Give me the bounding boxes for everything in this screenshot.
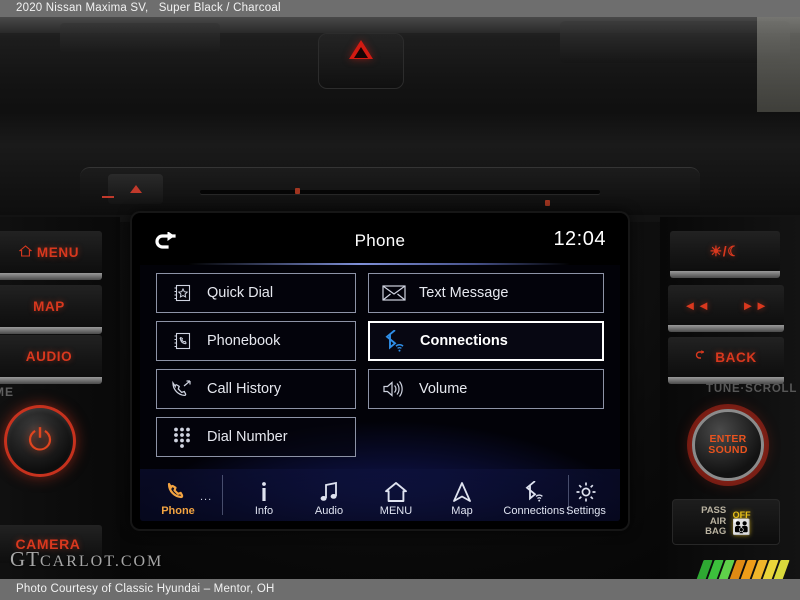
photo-credit-text: Photo Courtesy of Classic Hyundai – Ment… <box>16 583 275 595</box>
screen-navbar: Phone ... Info Audio MENU Map Connection… <box>140 469 620 521</box>
passenger-airbag-indicator: PASS AIR BAG OFF 👪 <box>672 499 780 545</box>
tile-volume[interactable]: Volume <box>368 369 604 409</box>
button-sheen <box>0 377 102 384</box>
info-i-icon <box>230 479 298 503</box>
nav-divider <box>222 475 223 515</box>
hard-button-track-skip[interactable]: ◄◄ ►► <box>668 285 784 332</box>
nav-item-label: Phone <box>161 505 195 517</box>
button-sheen <box>0 273 102 280</box>
tile-label: Call History <box>207 381 282 397</box>
nav-item-label: Audio <box>314 505 344 517</box>
power-icon: ⏻ <box>28 424 52 457</box>
tile-label: Phonebook <box>207 333 281 349</box>
slot-indicator-right <box>545 200 550 206</box>
hard-button-back-label: BACK <box>715 349 757 365</box>
screen-header: Phone 12:04 <box>140 221 620 265</box>
nav-item-label: Info <box>254 505 274 517</box>
hazard-triangle-icon <box>349 40 373 59</box>
tune-scroll-label: TUNE·SCROLL <box>706 383 798 395</box>
vehicle-info-banner: 2020 Nissan Maxima SV, Super Black / Cha… <box>0 0 800 17</box>
enter-knob-line2: SOUND <box>708 444 748 456</box>
tile-call-history[interactable]: Call History <box>156 369 356 409</box>
tile-connections[interactable]: Connections <box>368 321 604 361</box>
vehicle-interior-photo: MENU MAP AUDIO ME ⏻ CAMERA ☀/☾ ◄◄ ►► BAC… <box>0 17 800 579</box>
occupant-airbag-off-icon: 👪 <box>732 518 751 536</box>
tile-label: Dial Number <box>207 429 288 445</box>
infotainment-screen[interactable]: Phone 12:04 Quick Dial Text Message Phon… <box>140 221 620 521</box>
power-volume-knob[interactable]: ⏻ <box>4 405 76 477</box>
bluetooth-wifi-icon <box>382 329 408 353</box>
back-arrow-icon <box>695 349 709 365</box>
cd-eject-button[interactable] <box>102 174 163 204</box>
envelope-icon <box>381 281 407 305</box>
nav-item-audio[interactable]: Audio <box>295 479 363 517</box>
tile-label: Volume <box>419 381 468 397</box>
nav-item-menu[interactable]: MENU <box>362 479 430 517</box>
airbag-status-text: OFF <box>732 509 751 520</box>
enter-sound-knob[interactable]: ENTER SOUND <box>692 409 764 481</box>
photo-credit-banner: Photo Courtesy of Classic Hyundai – Ment… <box>0 579 800 600</box>
previous-track-icon[interactable]: ◄◄ <box>684 298 711 313</box>
tile-text-message[interactable]: Text Message <box>368 273 604 313</box>
tile-label: Connections <box>420 333 508 349</box>
airbag-label-line3: BAG <box>705 526 727 538</box>
button-sheen <box>0 327 102 334</box>
nav-overflow-dots[interactable]: ... <box>200 491 212 503</box>
hard-button-menu-label: MENU <box>36 244 80 260</box>
hazard-warning-button[interactable] <box>318 33 404 89</box>
button-sheen <box>670 271 780 278</box>
hard-button-day-night[interactable]: ☀/☾ <box>670 231 780 278</box>
dash-vent-right <box>560 21 790 63</box>
nav-item-settings[interactable]: Settings <box>552 479 620 517</box>
airbag-status: OFF 👪 <box>732 510 751 535</box>
screen-title: Phone <box>354 231 406 250</box>
watermark-gt: GT <box>10 547 40 571</box>
volume-knob-label: ME <box>0 385 14 399</box>
infotainment-bezel: Phone 12:04 Quick Dial Text Message Phon… <box>132 213 628 529</box>
hard-button-menu[interactable]: MENU <box>0 231 102 280</box>
phonebook-icon <box>169 329 195 353</box>
hard-button-audio[interactable]: AUDIO <box>0 335 102 384</box>
tile-label: Quick Dial <box>207 285 274 301</box>
eject-icon <box>102 185 142 198</box>
quick-dial-star-book-icon <box>169 281 195 305</box>
button-sheen <box>668 325 784 332</box>
nav-item-label: Settings <box>566 505 606 517</box>
vehicle-title: 2020 Nissan Maxima SV, <box>16 2 149 14</box>
vehicle-colors: Super Black / Charcoal <box>158 2 281 14</box>
home-icon <box>362 479 430 503</box>
day-night-icon: ☀/☾ <box>709 242 741 259</box>
next-track-icon[interactable]: ►► <box>742 298 769 313</box>
gear-icon <box>552 479 620 503</box>
tile-dial-number[interactable]: Dial Number <box>156 417 356 457</box>
nav-item-info[interactable]: Info <box>230 479 298 517</box>
home-icon <box>18 244 33 260</box>
screen-clock: 12:04 <box>553 228 606 250</box>
hard-button-map[interactable]: MAP <box>0 285 102 334</box>
keypad-dots-icon <box>169 425 195 449</box>
dash-vent-left <box>60 23 220 53</box>
color-bar-marks <box>696 560 795 579</box>
tile-label: Text Message <box>419 285 509 301</box>
tile-quick-dial[interactable]: Quick Dial <box>156 273 356 313</box>
watermark-carlot: CARLOT.COM <box>40 553 164 570</box>
call-history-handset-icon <box>169 377 195 401</box>
hard-button-audio-label: AUDIO <box>25 348 73 364</box>
airbag-label: PASS AIR BAG <box>701 506 726 538</box>
nav-item-label: MENU <box>379 505 413 517</box>
header-divider <box>188 263 570 265</box>
speaker-volume-icon <box>381 377 407 401</box>
phone-menu-grid: Quick Dial Text Message Phonebook Connec… <box>140 269 620 469</box>
cd-slot <box>200 190 600 194</box>
gtcarlot-watermark: GTCARLOT.COM <box>10 547 163 572</box>
hard-button-map-label: MAP <box>33 298 65 314</box>
tile-phonebook[interactable]: Phonebook <box>156 321 356 361</box>
music-note-icon <box>295 479 363 503</box>
hard-button-back[interactable]: BACK <box>668 337 784 384</box>
slot-indicator-left <box>295 188 300 194</box>
